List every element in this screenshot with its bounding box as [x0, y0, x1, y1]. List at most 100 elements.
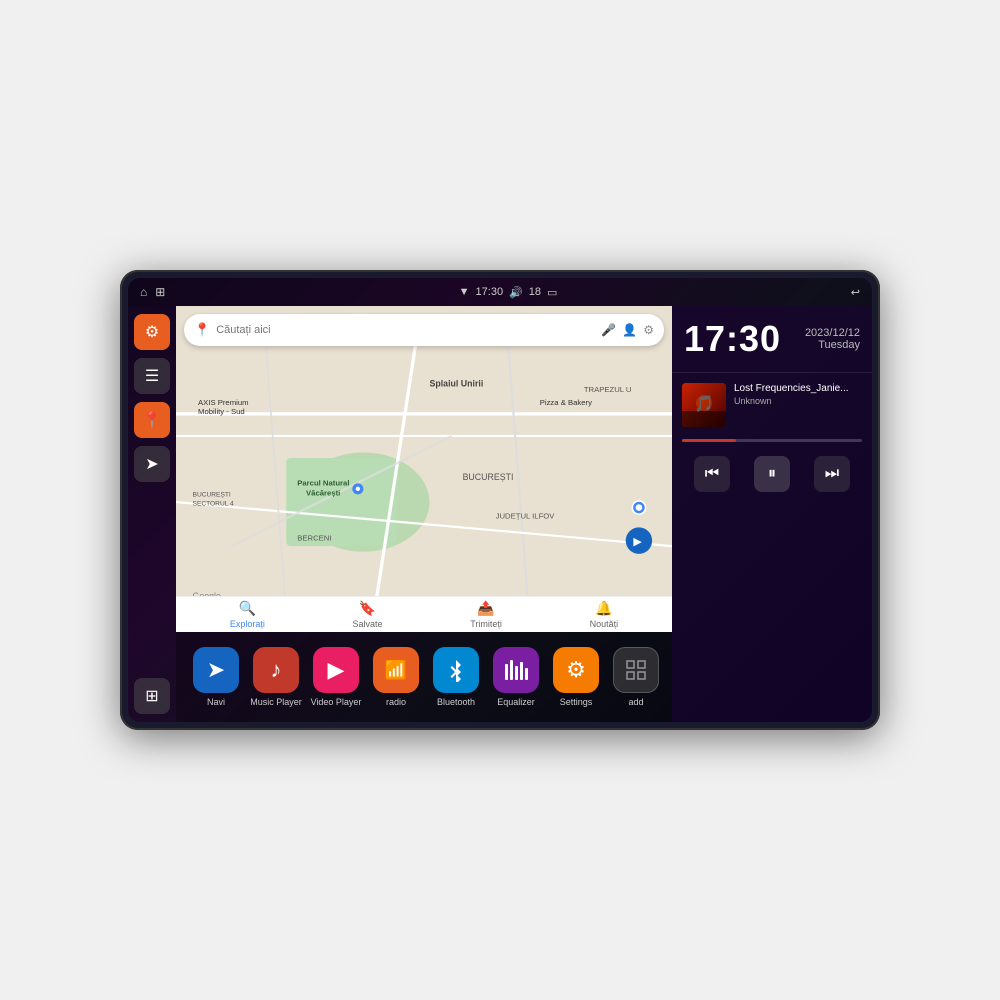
back-icon[interactable]: ↩ — [851, 286, 860, 299]
add-icon — [613, 647, 659, 693]
map-icon: 📍 — [142, 410, 162, 430]
bluetooth-icon — [433, 647, 479, 693]
svg-text:🎵: 🎵 — [694, 395, 714, 413]
sidebar-map-button[interactable]: 📍 — [134, 402, 170, 438]
svg-text:JUDEȚUL ILFOV: JUDEȚUL ILFOV — [496, 512, 556, 521]
map-bottom-bar: 🔍 Explorați 🔖 Salvate 📤 Trimiteți — [176, 596, 672, 632]
device-screen: ⌂ ⊞ ▼ 17:30 🔊 18 ▭ ↩ ⚙ ☰ — [128, 278, 872, 722]
pause-icon: ⏸ — [768, 465, 776, 483]
navi-label: Navi — [207, 697, 225, 707]
svg-text:Văcărești: Văcărești — [306, 488, 340, 497]
music-player-label: Music Player — [250, 697, 302, 707]
maps-logo: 📍 — [194, 322, 210, 338]
status-time: 17:30 — [476, 286, 504, 298]
svg-text:TRAPEZUL U: TRAPEZUL U — [584, 385, 632, 394]
app-video-player[interactable]: ▶ Video Player — [306, 647, 366, 707]
gear-icon: ⚙ — [145, 322, 159, 342]
svg-text:Parcul Natural: Parcul Natural — [297, 479, 349, 488]
pause-button[interactable]: ⏸ — [754, 456, 790, 492]
sidebar-menu-button[interactable]: ☰ — [134, 358, 170, 394]
next-button[interactable]: ⏭ — [814, 456, 850, 492]
clock-day: Tuesday — [805, 339, 860, 351]
status-bar: ⌂ ⊞ ▼ 17:30 🔊 18 ▭ ↩ — [128, 278, 872, 306]
right-panel: 17:30 2023/12/12 Tuesday — [672, 306, 872, 722]
track-artist: Unknown — [734, 396, 862, 406]
settings-icon: ⚙ — [553, 647, 599, 693]
app-navi[interactable]: ➤ Navi — [186, 647, 246, 707]
volume-icon: 🔊 — [509, 286, 523, 299]
svg-text:BUCUREȘTI: BUCUREȘTI — [193, 492, 231, 499]
app-add[interactable]: add — [606, 647, 666, 707]
battery-icon: ▭ — [547, 286, 557, 299]
map-svg: Splaiul Unirii BUCUREȘTI JUDEȚUL ILFOV B… — [176, 306, 672, 632]
mic-icon[interactable]: 🎤 — [601, 323, 616, 337]
app-equalizer[interactable]: Equalizer — [486, 647, 546, 707]
menu-icon: ☰ — [145, 366, 159, 386]
svg-text:SECTORUL 4: SECTORUL 4 — [193, 500, 234, 507]
bluetooth-svg — [444, 658, 468, 682]
app-music-player[interactable]: ♪ Music Player — [246, 647, 306, 707]
navi-icon: ➤ — [193, 647, 239, 693]
explore-label: Explorați — [230, 619, 265, 629]
track-name: Lost Frequencies_Janie... — [734, 383, 862, 394]
saved-icon: 🔖 — [359, 600, 376, 617]
app-settings[interactable]: ⚙ Settings — [546, 647, 606, 707]
nav-icon: ➤ — [145, 454, 158, 474]
clock-date-value: 2023/12/12 — [805, 327, 860, 339]
map-nav-share[interactable]: 📤 Trimiteți — [470, 600, 502, 629]
prev-button[interactable]: ⏮ — [694, 456, 730, 492]
svg-text:BERCENI: BERCENI — [297, 534, 331, 543]
share-icon: 📤 — [477, 600, 494, 617]
svg-text:▶: ▶ — [633, 536, 642, 548]
map-search-input[interactable] — [216, 324, 595, 336]
svg-text:Splaiul Unirii: Splaiul Unirii — [430, 378, 484, 388]
grid-icon: ⊞ — [145, 686, 158, 706]
map-nav-saved[interactable]: 🔖 Salvate — [353, 600, 383, 629]
add-label: add — [628, 697, 643, 707]
apps-icon[interactable]: ⊞ — [155, 285, 165, 299]
home-icon[interactable]: ⌂ — [140, 285, 147, 299]
map-search-bar[interactable]: 📍 🎤 👤 ⚙ — [184, 314, 664, 346]
svg-text:BUCUREȘTI: BUCUREȘTI — [463, 472, 514, 482]
sidebar-grid-button[interactable]: ⊞ — [134, 678, 170, 714]
device-outer: ⌂ ⊞ ▼ 17:30 🔊 18 ▭ ↩ ⚙ ☰ — [120, 270, 880, 730]
equalizer-svg — [503, 658, 529, 682]
progress-bar-fill — [682, 439, 736, 442]
center-area: Splaiul Unirii BUCUREȘTI JUDEȚUL ILFOV B… — [176, 306, 672, 722]
video-player-icon: ▶ — [313, 647, 359, 693]
now-playing: 🎵 Lost Frequencies_Janie... Unknown — [672, 373, 872, 722]
sidebar-settings-button[interactable]: ⚙ — [134, 314, 170, 350]
app-bluetooth[interactable]: Bluetooth — [426, 647, 486, 707]
svg-text:Mobility - Sud: Mobility - Sud — [198, 407, 245, 416]
music-controls: ⏮ ⏸ ⏭ — [682, 448, 862, 500]
bluetooth-label: Bluetooth — [437, 697, 475, 707]
explore-icon: 🔍 — [239, 600, 256, 617]
equalizer-icon — [493, 647, 539, 693]
profile-icon[interactable]: 👤 — [622, 323, 637, 337]
next-icon: ⏭ — [825, 465, 839, 483]
svg-text:Pizza & Bakery: Pizza & Bakery — [540, 398, 592, 407]
map-background: Splaiul Unirii BUCUREȘTI JUDEȚUL ILFOV B… — [176, 306, 672, 632]
music-player-icon: ♪ — [253, 647, 299, 693]
radio-label: radio — [386, 697, 406, 707]
radio-icon: 📶 — [373, 647, 419, 693]
share-label: Trimiteți — [470, 619, 502, 629]
svg-text:AXIS Premium: AXIS Premium — [198, 398, 249, 407]
status-right: ↩ — [851, 286, 860, 299]
status-center: ▼ 17:30 🔊 18 ▭ — [459, 286, 558, 299]
album-art-svg: 🎵 — [682, 383, 726, 427]
map-container[interactable]: Splaiul Unirii BUCUREȘTI JUDEȚUL ILFOV B… — [176, 306, 672, 632]
map-nav-news[interactable]: 🔔 Noutăți — [590, 600, 619, 629]
album-art: 🎵 — [682, 383, 726, 427]
video-player-label: Video Player — [311, 697, 362, 707]
settings-dots-icon[interactable]: ⚙ — [643, 323, 654, 337]
sidebar: ⚙ ☰ 📍 ➤ ⊞ — [128, 306, 176, 722]
map-nav-explore[interactable]: 🔍 Explorați — [230, 600, 265, 629]
battery-level: 18 — [529, 286, 541, 298]
add-svg — [624, 658, 648, 682]
progress-bar-container[interactable] — [682, 439, 862, 442]
clock-date: 2023/12/12 Tuesday — [805, 327, 860, 351]
sidebar-nav-button[interactable]: ➤ — [134, 446, 170, 482]
app-radio[interactable]: 📶 radio — [366, 647, 426, 707]
settings-label: Settings — [560, 697, 593, 707]
